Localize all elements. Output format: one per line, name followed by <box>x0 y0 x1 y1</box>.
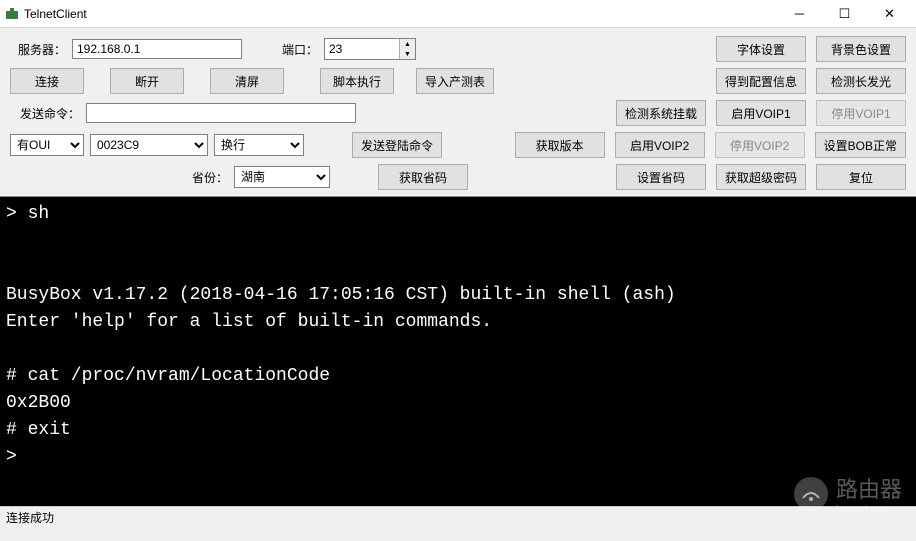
bg-settings-button[interactable]: 背景色设置 <box>816 36 906 62</box>
port-input[interactable] <box>325 39 399 59</box>
minimize-button[interactable]: ─ <box>777 1 822 27</box>
server-label: 服务器： <box>10 41 66 58</box>
enable-voip1-button[interactable]: 启用VOIP1 <box>716 100 806 126</box>
run-script-button[interactable]: 脚本执行 <box>320 68 394 94</box>
port-spinner[interactable]: ▲ ▼ <box>324 38 416 60</box>
send-cmd-label: 发送命令： <box>10 105 80 122</box>
row-province: 省份： 湖南 获取省码 设置省码 获取超级密码 复位 <box>10 164 906 190</box>
get-config-button[interactable]: 得到配置信息 <box>716 68 806 94</box>
port-down[interactable]: ▼ <box>400 49 415 59</box>
wrap-mode-select[interactable]: 换行 <box>214 134 304 156</box>
status-bar: 连接成功 <box>0 506 916 528</box>
disable-voip1-button[interactable]: 停用VOIP1 <box>816 100 906 126</box>
maximize-button[interactable]: ☐ <box>822 1 867 27</box>
port-label: 端口： <box>274 41 318 58</box>
set-bob-normal-button[interactable]: 设置BOB正常 <box>815 132 906 158</box>
send-cmd-input[interactable] <box>86 103 356 123</box>
disconnect-button[interactable]: 断开 <box>110 68 184 94</box>
send-login-button[interactable]: 发送登陆命令 <box>352 132 442 158</box>
font-settings-button[interactable]: 字体设置 <box>716 36 806 62</box>
row-oui: 有OUI 0023C9 换行 发送登陆命令 获取版本 启用VOIP2 停用VOI… <box>10 132 906 158</box>
check-sysmount-button[interactable]: 检测系统挂载 <box>616 100 706 126</box>
row-actions1: 连接 断开 清屏 脚本执行 导入产测表 得到配置信息 检测长发光 <box>10 68 906 94</box>
connect-button[interactable]: 连接 <box>10 68 84 94</box>
terminal-output[interactable]: > sh BusyBox v1.17.2 (2018-04-16 17:05:1… <box>0 196 916 506</box>
close-button[interactable]: ✕ <box>867 1 912 27</box>
clear-button[interactable]: 清屏 <box>210 68 284 94</box>
window-title: TelnetClient <box>24 7 777 21</box>
import-table-button[interactable]: 导入产测表 <box>416 68 494 94</box>
set-prov-code-button[interactable]: 设置省码 <box>616 164 706 190</box>
reset-button[interactable]: 复位 <box>816 164 906 190</box>
oui-mode-select[interactable]: 有OUI <box>10 134 84 156</box>
row-sendcmd: 发送命令： 检测系统挂载 启用VOIP1 停用VOIP1 <box>10 100 906 126</box>
province-label: 省份： <box>188 169 228 186</box>
server-input[interactable] <box>72 39 242 59</box>
titlebar: TelnetClient ─ ☐ ✕ <box>0 0 916 28</box>
disable-voip2-button[interactable]: 停用VOIP2 <box>715 132 805 158</box>
enable-voip2-button[interactable]: 启用VOIP2 <box>615 132 705 158</box>
get-version-button[interactable]: 获取版本 <box>515 132 605 158</box>
control-panel: 服务器： 端口： ▲ ▼ 字体设置 背景色设置 连接 断开 清屏 脚本执行 导入… <box>0 28 916 196</box>
port-up[interactable]: ▲ <box>400 39 415 49</box>
row-server: 服务器： 端口： ▲ ▼ 字体设置 背景色设置 <box>10 36 906 62</box>
window-controls: ─ ☐ ✕ <box>777 1 912 27</box>
check-long-light-button[interactable]: 检测长发光 <box>816 68 906 94</box>
app-icon <box>4 6 20 22</box>
get-prov-code-button[interactable]: 获取省码 <box>378 164 468 190</box>
get-super-pwd-button[interactable]: 获取超级密码 <box>716 164 806 190</box>
oui-value-select[interactable]: 0023C9 <box>90 134 208 156</box>
province-select[interactable]: 湖南 <box>234 166 330 188</box>
status-text: 连接成功 <box>6 509 54 526</box>
